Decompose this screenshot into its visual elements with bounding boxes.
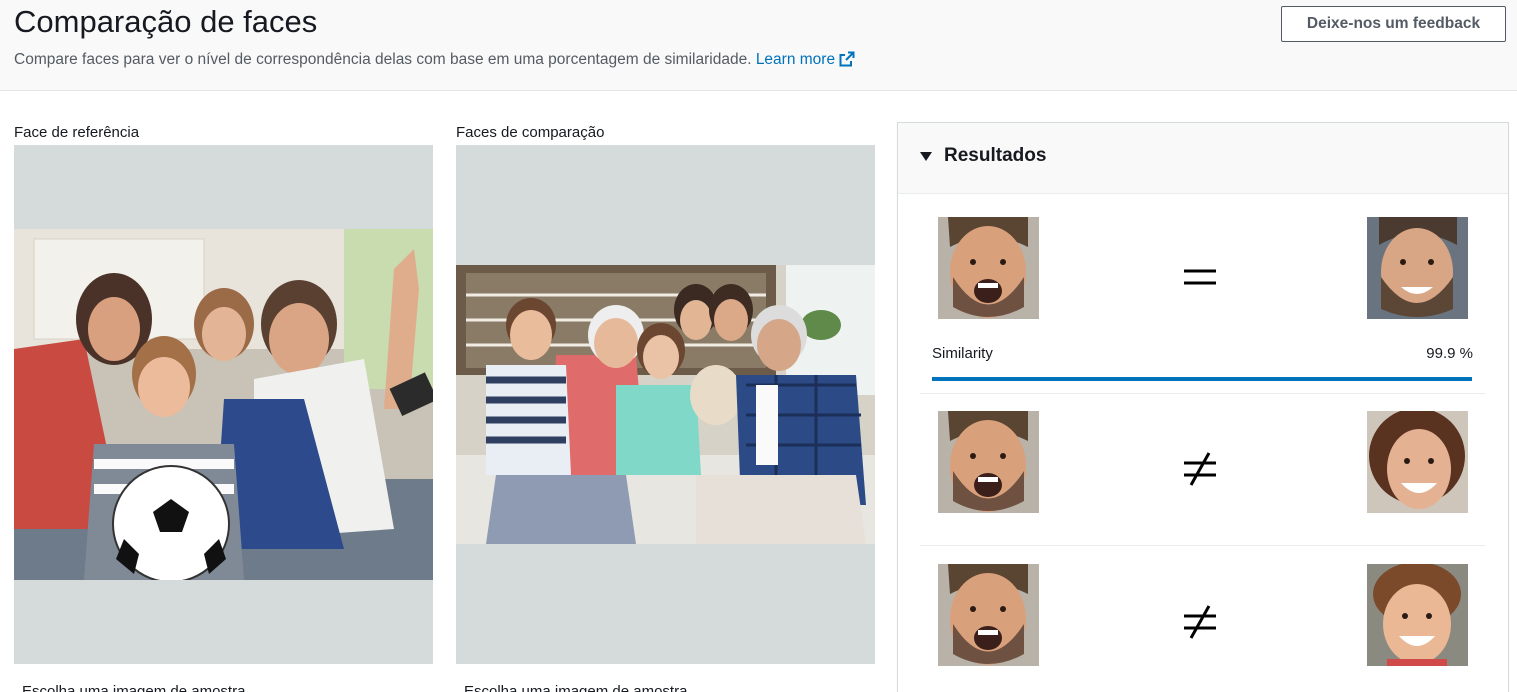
reference-image-area[interactable]	[14, 145, 433, 664]
feedback-button[interactable]: Deixe-nos um feedback	[1281, 6, 1506, 42]
page-description: Compare faces para ver o nível de corres…	[14, 51, 855, 69]
result-item	[920, 411, 1485, 551]
reference-sample-text: Escolha uma imagem de amostra	[22, 683, 246, 692]
comparison-sample-text: Escolha uma imagem de amostra	[464, 683, 688, 692]
similarity-bar	[932, 377, 1472, 381]
results-title: Resultados	[944, 145, 1047, 166]
bearded-man-smiling-face-icon	[1367, 217, 1468, 319]
results-header[interactable]: Resultados	[898, 123, 1508, 194]
not-equals-icon	[1184, 605, 1216, 639]
comparison-image-area[interactable]	[456, 145, 875, 664]
description-text: Compare faces para ver o nível de corres…	[14, 51, 752, 68]
results-panel: Resultados Similarity 99.9 %	[897, 122, 1509, 692]
bearded-man-face-icon	[938, 217, 1039, 319]
boy-smiling-face-icon	[1367, 564, 1468, 666]
page-header: Comparação de faces Compare faces para v…	[0, 0, 1517, 91]
reference-photo	[14, 229, 433, 580]
result-item: Similarity 99.9 %	[920, 217, 1485, 394]
similarity-label: Similarity	[932, 345, 993, 362]
comparison-faces-label: Faces de comparação	[456, 124, 605, 141]
not-equals-icon	[1184, 452, 1216, 486]
result-item	[920, 564, 1485, 674]
external-link-icon	[839, 51, 855, 67]
caret-down-icon	[920, 152, 932, 161]
comparison-photo	[456, 265, 875, 544]
divider	[920, 545, 1485, 546]
bearded-man-face-icon	[938, 564, 1039, 666]
page-title: Comparação de faces	[14, 4, 318, 39]
woman-smiling-face-icon	[1367, 411, 1468, 513]
similarity-value: 99.9 %	[1426, 345, 1473, 362]
learn-more-link[interactable]: Learn more	[756, 51, 855, 68]
learn-more-label: Learn more	[755, 51, 836, 68]
reference-face-label: Face de referência	[14, 124, 140, 141]
bearded-man-face-icon	[938, 411, 1039, 513]
equals-icon	[1184, 269, 1216, 285]
divider	[920, 393, 1485, 394]
